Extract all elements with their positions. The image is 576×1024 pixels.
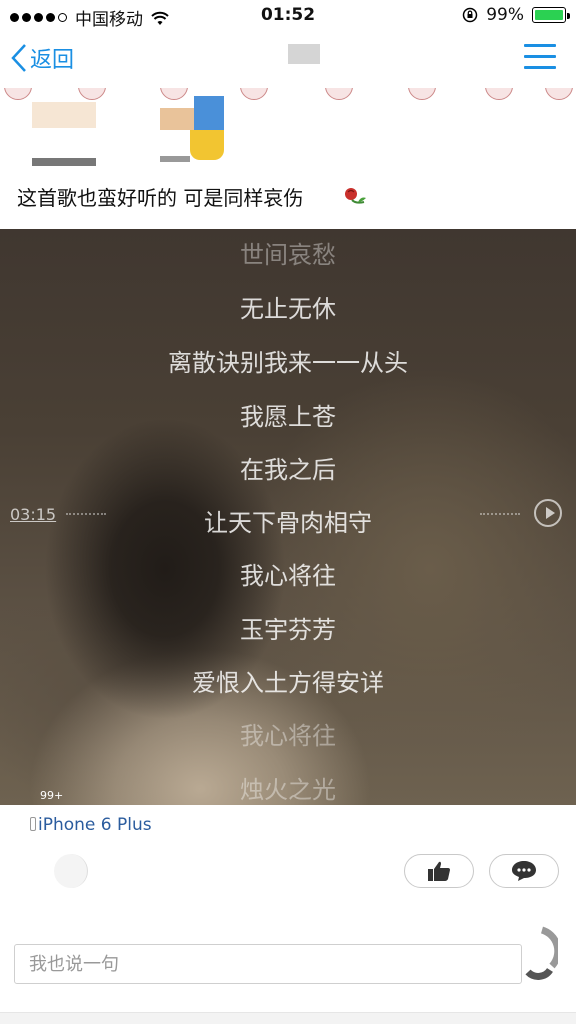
- back-button[interactable]: 返回: [10, 42, 74, 74]
- phone-icon: [30, 817, 36, 831]
- rose-icon: [345, 188, 366, 204]
- sticker-face-icon: [4, 88, 32, 100]
- comment-button[interactable]: [489, 854, 559, 888]
- comment-input[interactable]: [14, 944, 522, 984]
- redacted-image: [32, 102, 96, 128]
- sticker-face-icon: [325, 88, 353, 100]
- count-badge: 99+: [40, 789, 64, 802]
- like-button[interactable]: [404, 854, 474, 888]
- bottom-sticker-strip: [0, 1012, 576, 1024]
- lyric-line: 无止无休: [240, 295, 336, 323]
- device-label: iPhone 6 Plus: [38, 815, 152, 835]
- sticker-strip: [0, 88, 576, 102]
- play-icon[interactable]: [534, 499, 562, 527]
- lyric-line: 在我之后: [240, 456, 336, 484]
- hamburger-icon[interactable]: [524, 44, 556, 72]
- thumbs-up-icon: [428, 861, 450, 881]
- video-player[interactable]: 世间哀愁 无止无休 离散诀别我来一一从头 我愿上苍 在我之后 让天下骨肉相守 我…: [0, 229, 576, 805]
- lyric-line: 我愿上苍: [240, 403, 336, 431]
- lyric-line: 爱恨入土方得安详: [192, 669, 384, 697]
- lyric-line: 我心将往: [240, 562, 336, 590]
- redacted-image: [160, 156, 190, 162]
- redacted-image: [194, 96, 224, 130]
- lyric-line: 离散诀别我来一一从头: [168, 349, 408, 377]
- lyric-line: 烛火之光: [240, 776, 336, 804]
- screen: 中国移动 01:52 99% 返回 这首歌也蛮好听的 可是同样哀伤 世间哀愁 无…: [0, 0, 576, 1024]
- sticker-face-icon: [78, 88, 106, 100]
- lyric-line-current: 让天下骨肉相守: [204, 509, 372, 537]
- status-bar: 中国移动 01:52 99%: [0, 0, 576, 30]
- sticker-face-icon: [485, 88, 513, 100]
- lyric-line: 玉宇芬芳: [240, 616, 336, 644]
- chevron-left-icon: [11, 44, 26, 72]
- playback-time[interactable]: 03:15: [10, 505, 56, 524]
- battery-percent: 99%: [486, 5, 524, 25]
- sticker-face-icon: [545, 88, 573, 100]
- rotation-lock-icon: [462, 7, 478, 23]
- status-right: 99%: [462, 5, 570, 25]
- progress-line-right: [480, 513, 520, 515]
- nav-title-redacted: [288, 44, 320, 64]
- battery-icon: [532, 7, 570, 23]
- sticker-face-icon: [160, 88, 188, 100]
- nav-bar: 返回: [0, 30, 576, 88]
- progress-line-left: [66, 513, 106, 515]
- comment-bubble-icon: [512, 861, 536, 881]
- device-source: iPhone 6 Plus: [30, 815, 152, 835]
- redacted-image: [32, 158, 96, 166]
- back-label: 返回: [30, 48, 75, 73]
- avatar[interactable]: [54, 854, 88, 888]
- sticker-face-icon: [240, 88, 268, 100]
- lyric-line: 世间哀愁: [240, 241, 336, 269]
- loading-spinner-icon: [525, 926, 558, 980]
- lyric-line: 我心将往: [240, 722, 336, 750]
- redacted-image: [160, 108, 194, 130]
- sticker-face-icon: [408, 88, 436, 100]
- post-comment: 这首歌也蛮好听的 可是同样哀伤: [17, 186, 304, 210]
- redacted-image: [190, 130, 224, 160]
